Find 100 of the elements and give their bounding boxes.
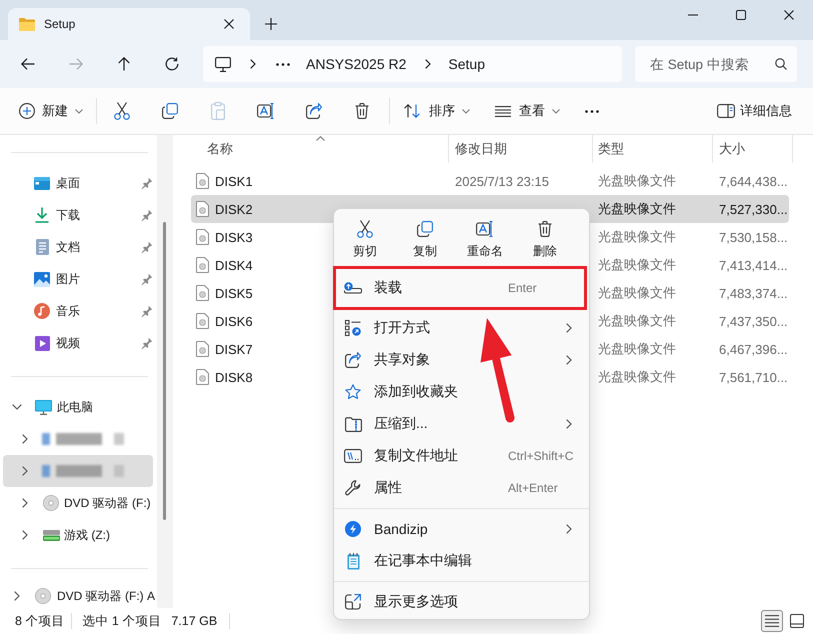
selection-count: 选中 1 个项目 bbox=[82, 612, 162, 630]
desktop-icon bbox=[34, 176, 50, 190]
scrollbar-thumb[interactable] bbox=[163, 222, 166, 520]
menu-item[interactable]: 压缩到... bbox=[338, 408, 585, 440]
monitor-icon bbox=[34, 400, 52, 414]
plus-circle-icon bbox=[19, 103, 35, 119]
chevron-right-icon bbox=[22, 434, 28, 444]
document-icon bbox=[36, 239, 48, 255]
modified-date: 2025/7/13 23:15 bbox=[455, 174, 549, 188]
star-icon bbox=[345, 384, 361, 400]
item-count: 8 个项目 bbox=[15, 612, 64, 630]
menu-item[interactable]: Bandizip bbox=[338, 513, 585, 545]
maximize-icon bbox=[736, 10, 746, 20]
cut-button[interactable]: 剪切 bbox=[335, 209, 395, 264]
up-arrow-icon bbox=[118, 57, 130, 71]
delete-button[interactable]: 删除 bbox=[515, 209, 575, 264]
sidebar-item[interactable]: 视频 bbox=[3, 327, 153, 359]
search-field[interactable]: 在 Setup 中搜索 bbox=[635, 46, 797, 82]
menu-item[interactable]: 属性 Alt+Enter bbox=[338, 472, 585, 504]
copy-icon bbox=[162, 103, 178, 119]
menu-item[interactable]: 显示更多选项 bbox=[338, 586, 585, 618]
column-header[interactable]: 大小 bbox=[713, 135, 793, 163]
video-play-icon bbox=[34, 336, 50, 350]
file-size: 7,561,710... bbox=[719, 370, 788, 384]
file-name[interactable]: DISK5 bbox=[215, 286, 253, 300]
menu-item[interactable]: 复制文件地址 Ctrl+Shift+C bbox=[338, 440, 585, 472]
file-name[interactable]: DISK6 bbox=[215, 314, 253, 328]
disc-file-icon bbox=[196, 201, 209, 217]
file-type: 光盘映像文件 bbox=[598, 229, 676, 244]
file-type: 光盘映像文件 bbox=[598, 313, 676, 328]
file-size: 7,437,350... bbox=[719, 314, 788, 328]
disc-upload-icon bbox=[344, 282, 362, 294]
computer-icon bbox=[215, 56, 231, 72]
drive-icon bbox=[42, 530, 60, 540]
sidebar-item[interactable]: DVD 驱动器 (F:) A bbox=[3, 584, 157, 608]
menu-item[interactable]: 打开方式 bbox=[338, 312, 585, 344]
address-bar[interactable]: ANSYS2025 R2 Setup bbox=[203, 46, 622, 82]
keyboard-shortcut: Enter bbox=[508, 281, 537, 295]
close-icon bbox=[784, 10, 794, 20]
file-size: 7,413,414... bbox=[719, 258, 788, 272]
sidebar-item[interactable]: DVD 驱动器 (F:) bbox=[3, 487, 153, 519]
file-size: 7,530,158... bbox=[719, 230, 788, 244]
file-name[interactable]: DISK8 bbox=[215, 370, 253, 384]
column-header[interactable]: 名称 bbox=[191, 135, 449, 163]
file-name[interactable]: DISK1 bbox=[215, 174, 253, 188]
app-list-icon bbox=[345, 320, 361, 336]
menu-item[interactable]: 共享对象 bbox=[338, 344, 585, 376]
file-name[interactable]: DISK4 bbox=[215, 258, 253, 272]
disc-file-icon bbox=[196, 341, 209, 357]
menu-item[interactable]: 在记事本中编辑 bbox=[338, 545, 585, 577]
sidebar-item[interactable]: 图片 bbox=[3, 263, 153, 295]
sidebar-item[interactable]: 音乐 bbox=[3, 295, 153, 327]
file-name[interactable]: DISK7 bbox=[215, 342, 253, 356]
folder-tab[interactable]: Setup bbox=[8, 8, 250, 40]
breadcrumb-segment[interactable]: ANSYS2025 R2 bbox=[306, 56, 406, 72]
file-name[interactable]: DISK3 bbox=[215, 230, 253, 244]
scissors-icon bbox=[357, 220, 373, 238]
sort-button[interactable]: 排序 bbox=[397, 94, 477, 128]
menu-item[interactable]: 添加到收藏夹 bbox=[338, 376, 585, 408]
sidebar-item[interactable]: 此电脑 bbox=[3, 391, 153, 423]
column-header[interactable]: 类型 bbox=[593, 135, 713, 163]
chevron-right-icon bbox=[22, 466, 28, 476]
disc-file-icon bbox=[196, 313, 209, 329]
refresh-icon bbox=[165, 57, 179, 71]
sidebar-item[interactable]: 文档 bbox=[3, 231, 153, 263]
more-icon bbox=[276, 62, 290, 66]
caret-icon bbox=[75, 108, 83, 114]
clipboard-icon bbox=[211, 102, 225, 120]
sidebar-item[interactable]: 桌面 bbox=[3, 167, 153, 199]
menu-item[interactable]: 装载 Enter bbox=[333, 266, 587, 310]
picture-icon bbox=[34, 272, 50, 286]
sidebar-item[interactable]: 下载 bbox=[3, 199, 153, 231]
new-button[interactable]: 新建 bbox=[11, 94, 91, 128]
selection-size: 7.17 GB bbox=[171, 614, 218, 628]
disc-file-icon bbox=[196, 229, 209, 245]
file-type: 光盘映像文件 bbox=[598, 173, 676, 188]
file-type: 光盘映像文件 bbox=[598, 285, 676, 300]
share-icon bbox=[306, 103, 322, 119]
file-type: 光盘映像文件 bbox=[598, 201, 676, 216]
panel-icon bbox=[717, 104, 735, 118]
details-pane-button[interactable]: 详细信息 bbox=[709, 94, 800, 128]
caret-icon bbox=[552, 108, 560, 114]
file-name[interactable]: DISK2 bbox=[215, 202, 253, 216]
copy-button[interactable]: 复制 bbox=[395, 209, 455, 264]
sidebar-item[interactable]: 游戏 (Z:) bbox=[3, 519, 153, 551]
details-view-button[interactable] bbox=[761, 610, 783, 632]
file-type: 光盘映像文件 bbox=[598, 257, 676, 272]
file-size: 6,467,396... bbox=[719, 342, 788, 356]
column-header[interactable]: 修改日期 bbox=[449, 135, 593, 163]
zip-folder-icon bbox=[344, 416, 362, 432]
disc-file-icon bbox=[196, 369, 209, 385]
folder-icon bbox=[19, 18, 35, 30]
rename-button[interactable]: 重命名 bbox=[455, 209, 515, 264]
view-button[interactable]: 查看 bbox=[488, 94, 567, 128]
sort-arrows-icon bbox=[404, 104, 420, 118]
keyboard-shortcut: Ctrl+Shift+C bbox=[508, 449, 574, 463]
wrench-icon bbox=[345, 480, 361, 496]
minimize-icon bbox=[688, 14, 698, 16]
rename-icon bbox=[257, 103, 275, 119]
breadcrumb-segment[interactable]: Setup bbox=[448, 56, 485, 72]
